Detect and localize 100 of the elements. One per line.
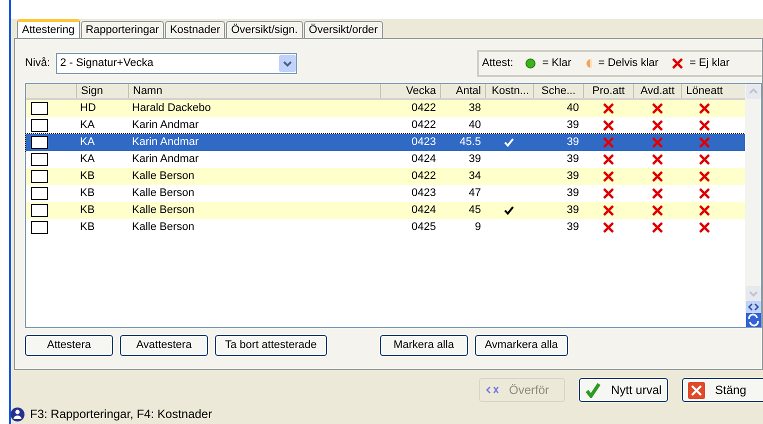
table-cell: Karin Andmar bbox=[132, 136, 199, 148]
table-cell: 40 bbox=[468, 119, 481, 132]
table-cell: Kalle Berson bbox=[132, 221, 194, 234]
level-label: Nivå: bbox=[25, 56, 50, 71]
column-header[interactable]: Kostn... bbox=[485, 84, 533, 98]
vertical-scrollbar[interactable] bbox=[745, 84, 761, 327]
arrows-icon[interactable] bbox=[746, 301, 760, 313]
checkbox[interactable] bbox=[31, 221, 48, 234]
cross-icon bbox=[652, 120, 662, 131]
level-dropdown[interactable]: 2 - Signatur+Vecka bbox=[56, 52, 298, 74]
table-cell: 45 bbox=[468, 204, 481, 216]
checkbox[interactable] bbox=[31, 170, 48, 183]
legend-label: Attest: bbox=[482, 56, 514, 71]
cross-icon bbox=[652, 205, 662, 216]
checkbox[interactable] bbox=[31, 136, 48, 149]
table-cell: KA bbox=[80, 119, 95, 132]
arrows-icon bbox=[485, 385, 499, 395]
table-cell: 38 bbox=[468, 102, 481, 114]
table-cell: 0423 bbox=[412, 136, 436, 148]
table-cell: 39 bbox=[566, 170, 579, 182]
checkbox[interactable] bbox=[31, 119, 48, 132]
cross-icon bbox=[602, 205, 614, 216]
cross-icon bbox=[652, 154, 662, 165]
cross-icon bbox=[652, 103, 662, 114]
column-header[interactable]: Vecka bbox=[380, 84, 440, 98]
legend-text: = Ej klar bbox=[689, 56, 730, 71]
table-row[interactable]: HD Harald Dackebo 0422 38 40 bbox=[26, 100, 745, 117]
table-row[interactable]: KA Karin Andmar 0423 45.5 39 bbox=[26, 134, 745, 151]
table-cell: KB bbox=[80, 170, 95, 182]
cross-icon bbox=[652, 222, 662, 233]
table-cell: 39 bbox=[566, 153, 579, 166]
table-cell: 9 bbox=[474, 221, 481, 234]
column-header[interactable]: Löneatt bbox=[681, 84, 727, 98]
cross-icon bbox=[602, 137, 614, 148]
table-cell: 0422 bbox=[412, 102, 436, 114]
column-header[interactable]: Sign bbox=[76, 84, 128, 98]
table-cell: 39 bbox=[566, 204, 579, 216]
cross-icon bbox=[652, 171, 662, 182]
cross-icon bbox=[698, 154, 710, 165]
cross-icon bbox=[698, 205, 710, 216]
action-button[interactable]: Markera alla bbox=[380, 334, 468, 356]
status-text: F3: Rapporteringar, F4: Kostnader bbox=[30, 406, 212, 423]
cross-icon bbox=[652, 137, 662, 148]
refresh-icon[interactable] bbox=[746, 313, 760, 327]
cross-icon bbox=[602, 171, 614, 182]
new-selection-button[interactable]: Nytt urval bbox=[579, 378, 668, 402]
cross-icon bbox=[698, 222, 710, 233]
table-cell: 47 bbox=[468, 187, 481, 200]
close-button[interactable]: Stäng bbox=[682, 378, 763, 402]
column-header[interactable]: Pro.att bbox=[583, 84, 633, 98]
table-row[interactable]: KB Kalle Berson 0424 45 39 bbox=[26, 202, 745, 219]
tab[interactable]: Attestering bbox=[17, 19, 80, 38]
table-cell: KB bbox=[80, 204, 95, 216]
action-button[interactable]: Avattestera bbox=[120, 334, 208, 356]
checkbox[interactable] bbox=[31, 153, 48, 166]
cross-icon bbox=[602, 154, 614, 165]
cross-icon bbox=[602, 188, 614, 199]
action-button[interactable]: Attestera bbox=[25, 334, 113, 356]
column-header[interactable]: Avd.att bbox=[633, 84, 681, 98]
checkbox[interactable] bbox=[31, 204, 48, 217]
action-button[interactable]: Avmarkera alla bbox=[474, 334, 568, 356]
tab[interactable]: Kostnader bbox=[164, 21, 226, 38]
table-row[interactable]: KB Kalle Berson 0422 34 39 bbox=[26, 168, 745, 185]
table-cell: 40 bbox=[566, 102, 579, 114]
table-cell: KB bbox=[80, 187, 95, 200]
table-cell: Karin Andmar bbox=[132, 119, 199, 132]
table-cell: 39 bbox=[468, 153, 481, 166]
table-cell: 0424 bbox=[412, 153, 436, 166]
table-cell: 0422 bbox=[412, 119, 436, 132]
column-header[interactable]: Namn bbox=[128, 84, 380, 98]
cross-icon bbox=[698, 188, 710, 199]
table-cell: KA bbox=[80, 153, 95, 166]
checkbox[interactable] bbox=[31, 102, 48, 115]
checkbox[interactable] bbox=[31, 187, 48, 200]
cross-icon bbox=[698, 171, 710, 182]
table-cell: 39 bbox=[566, 119, 579, 132]
table-cell: Kalle Berson bbox=[132, 204, 194, 216]
tab[interactable]: Översikt/sign. bbox=[226, 21, 303, 38]
table-row[interactable]: KA Karin Andmar 0422 40 39 bbox=[26, 117, 745, 134]
table-cell: 39 bbox=[566, 221, 579, 234]
table-cell: Kalle Berson bbox=[132, 170, 194, 182]
cross-icon bbox=[602, 103, 614, 114]
cross-icon bbox=[602, 222, 614, 233]
cross-icon bbox=[698, 103, 710, 114]
table-cell: 0422 bbox=[412, 170, 436, 182]
tab[interactable]: Översikt/order bbox=[304, 21, 383, 38]
column-header[interactable]: Antal bbox=[440, 84, 485, 98]
checkmark-icon bbox=[585, 382, 601, 398]
table-cell: HD bbox=[80, 102, 96, 114]
action-button[interactable]: Ta bort attesterade bbox=[215, 334, 327, 356]
cross-icon bbox=[652, 188, 662, 199]
table-cell: Karin Andmar bbox=[132, 153, 199, 166]
table-cell: Kalle Berson bbox=[132, 187, 194, 200]
legend-text: = Klar bbox=[542, 56, 572, 71]
cross-icon bbox=[602, 120, 614, 131]
tab[interactable]: Rapporteringar bbox=[80, 21, 164, 38]
column-header[interactable]: Sche... bbox=[533, 84, 583, 98]
legend-text: = Delvis klar bbox=[598, 56, 658, 71]
circle-icon bbox=[525, 58, 536, 68]
table-cell: KA bbox=[80, 136, 95, 148]
